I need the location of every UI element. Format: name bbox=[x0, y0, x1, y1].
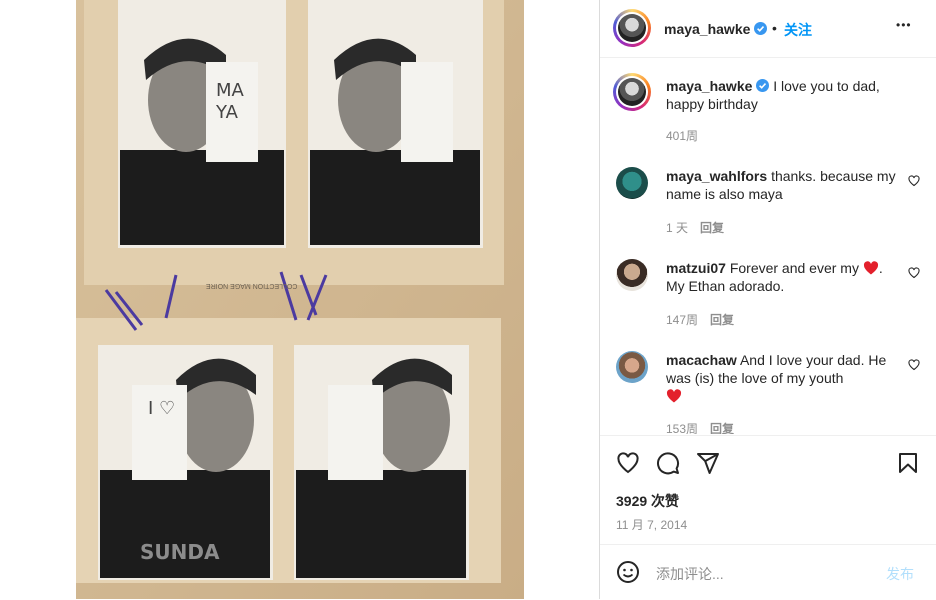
comment-avatar[interactable] bbox=[616, 259, 648, 291]
verified-icon bbox=[754, 22, 767, 35]
comment-input[interactable]: 添加评论... bbox=[656, 564, 724, 584]
comment-text-start: Forever and ever my bbox=[729, 260, 859, 276]
post-side-panel: maya_hawke • 关注 ••• maya_hawke I love yo… bbox=[600, 0, 936, 599]
header-username[interactable]: maya_hawke bbox=[664, 21, 750, 37]
comment-meta: 153周 回复 bbox=[666, 420, 734, 434]
caption-username[interactable]: maya_hawke bbox=[666, 78, 752, 94]
comment-icon[interactable] bbox=[656, 451, 680, 475]
comments-list[interactable]: maya_hawke I love you to dad, happy birt… bbox=[600, 58, 936, 434]
comment-avatar[interactable] bbox=[616, 167, 648, 199]
like-comment-heart-icon[interactable] bbox=[908, 267, 920, 279]
more-icon[interactable]: ••• bbox=[896, 18, 912, 32]
red-heart-emoji-icon bbox=[863, 261, 878, 275]
comment-item: maya_wahlfors thanks. because my name is… bbox=[666, 167, 896, 203]
reply-button[interactable]: 回复 bbox=[710, 422, 734, 434]
avatar[interactable] bbox=[613, 9, 651, 47]
comment-item: matzui07 Forever and ever my . My Ethan … bbox=[666, 259, 896, 295]
photo-shirt-text: SUNDA bbox=[140, 540, 220, 564]
comment-time: 147周 bbox=[666, 313, 699, 327]
header-dot: • bbox=[772, 20, 777, 36]
caption-time: 401周 bbox=[666, 129, 699, 143]
comment-avatar[interactable] bbox=[616, 351, 648, 383]
heart-icon[interactable] bbox=[616, 451, 640, 475]
comment-username[interactable]: maya_wahlfors bbox=[666, 168, 767, 184]
comment-username[interactable]: macachaw bbox=[666, 352, 737, 368]
comment-time: 1 天 bbox=[666, 221, 689, 235]
photo-strip-text: COLLECTION MAGE NOIRE bbox=[206, 282, 298, 289]
red-heart-emoji-icon bbox=[666, 389, 682, 403]
photo-sign-top: MAYA bbox=[216, 80, 244, 123]
like-comment-heart-icon[interactable] bbox=[908, 175, 920, 187]
post-header: maya_hawke • 关注 ••• bbox=[600, 0, 936, 58]
share-icon[interactable] bbox=[696, 451, 720, 475]
photo-sign-bottom: I ♡ bbox=[148, 398, 176, 419]
follow-button[interactable]: 关注 bbox=[784, 20, 812, 40]
like-comment-heart-icon[interactable] bbox=[908, 359, 920, 371]
bookmark-icon[interactable] bbox=[896, 451, 920, 475]
comment-time: 153周 bbox=[666, 422, 699, 434]
caption-avatar[interactable] bbox=[613, 73, 651, 111]
add-comment-bar: 添加评论... 发布 bbox=[600, 544, 936, 600]
post-actions: 3929 次赞 11 月 7, 2014 bbox=[600, 435, 936, 545]
comment-meta: 147周 回复 bbox=[666, 311, 734, 328]
comment-item: macachaw And I love your dad. He was (is… bbox=[666, 351, 896, 405]
post-photo[interactable] bbox=[76, 0, 524, 599]
comment-meta: 1 天回复 bbox=[666, 219, 724, 236]
post-comment-button[interactable]: 发布 bbox=[886, 564, 914, 584]
like-count[interactable]: 3929 次赞 bbox=[616, 491, 679, 511]
reply-button[interactable]: 回复 bbox=[710, 313, 734, 327]
post-media: MAYA I ♡ SUNDA COLLECTION MAGE NOIRE bbox=[0, 0, 600, 599]
caption: maya_hawke I love you to dad, happy birt… bbox=[666, 77, 896, 113]
verified-icon bbox=[756, 79, 770, 92]
comment-username[interactable]: matzui07 bbox=[666, 260, 726, 276]
post-date: 11 月 7, 2014 bbox=[616, 518, 688, 532]
emoji-icon[interactable] bbox=[616, 560, 640, 584]
reply-button[interactable]: 回复 bbox=[700, 221, 724, 235]
